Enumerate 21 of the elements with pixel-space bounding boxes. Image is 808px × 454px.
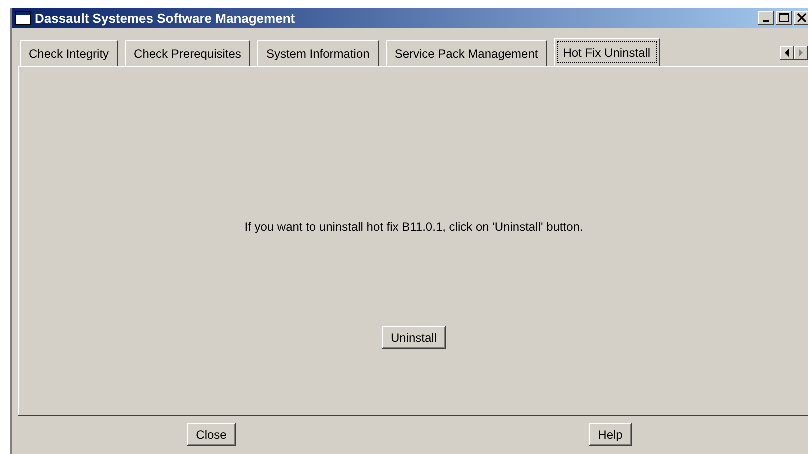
left-arrow-icon [784,49,790,57]
maximize-icon [779,13,789,23]
uninstall-button[interactable]: Uninstall [382,326,446,349]
scroll-left-button[interactable] [780,46,794,60]
message-text: If you want to uninstall hot fix B11.0.1, click on 'Uninstall' button. [244,220,584,234]
window-title: Dassault Systemes Software Management [35,10,296,26]
tab[interactable]: Check Integrity [20,40,118,66]
dialog-button[interactable]: Close [187,423,236,446]
tab[interactable]: Check Prerequisites [125,40,250,66]
right-arrow-icon [798,49,804,57]
tab[interactable]: System Information [257,40,379,66]
minimize-icon [763,20,769,22]
window-icon [15,11,31,25]
close-icon [797,13,807,23]
tab[interactable]: Hot Fix Uninstall [554,38,660,66]
tab[interactable]: Service Pack Management [386,40,548,66]
close-button[interactable] [794,11,808,25]
scroll-right-button[interactable] [794,46,808,60]
minimize-button[interactable] [758,11,774,25]
maximize-button[interactable] [776,11,792,25]
dialog-button[interactable]: Help [589,423,632,446]
